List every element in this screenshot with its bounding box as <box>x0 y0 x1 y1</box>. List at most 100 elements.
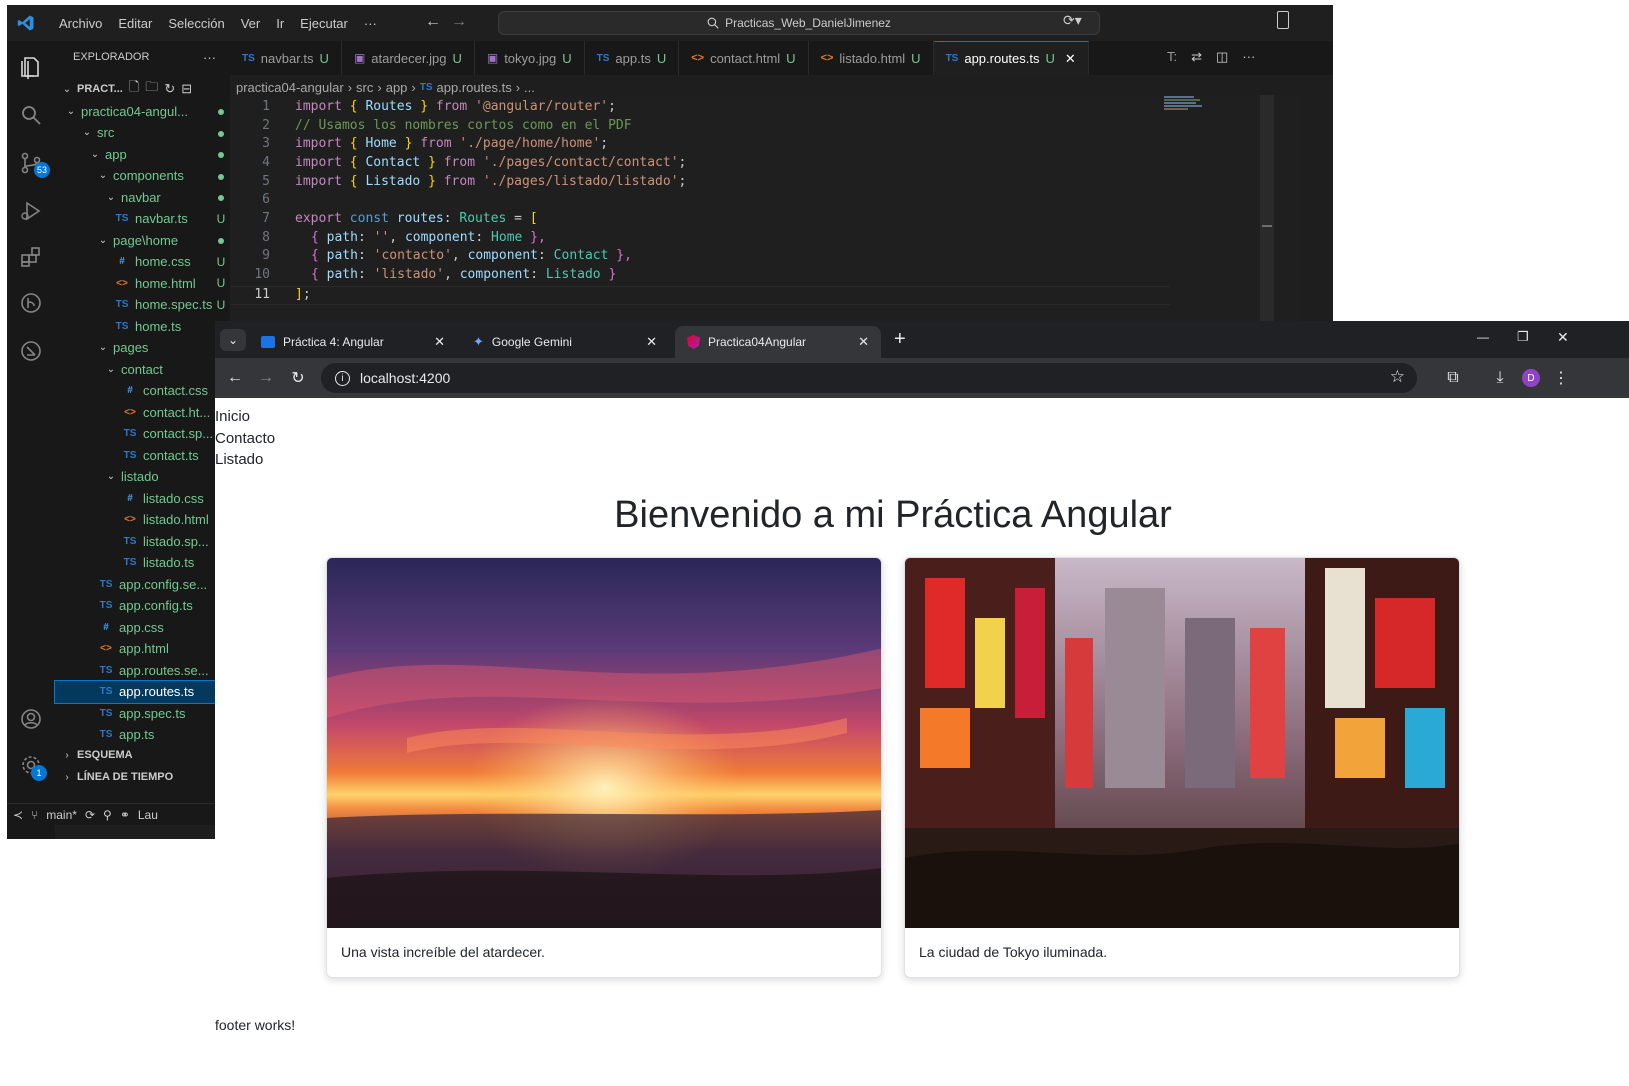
file-item[interactable]: TSapp.spec.tsU <box>55 702 230 724</box>
editor-tab[interactable]: TS navbar.ts U <box>230 41 342 75</box>
tab-search-button[interactable]: ⌄ <box>220 329 246 351</box>
file-item[interactable]: <>listado.htmlU <box>55 509 230 531</box>
refresh-icon[interactable]: ↻ <box>164 81 175 97</box>
browser-tab[interactable]: Práctica 4: Angular ✕ <box>249 326 457 358</box>
menu-editar[interactable]: Editar <box>110 16 160 31</box>
section-esquema[interactable]: › ESQUEMA <box>55 744 230 766</box>
file-item[interactable]: <> home.html U <box>55 272 230 294</box>
file-item[interactable]: TSapp.routes.tsU <box>54 679 231 704</box>
editor-tab[interactable]: TS app.ts U <box>585 41 680 75</box>
folder-item[interactable]: ⌄ src <box>55 122 230 144</box>
browser-tab[interactable]: ✦ Google Gemini ✕ <box>461 326 669 358</box>
menu-archivo[interactable]: Archivo <box>51 16 110 31</box>
run-debug-icon[interactable] <box>19 199 43 223</box>
forward-arrow-icon[interactable]: → <box>256 368 276 388</box>
breadcrumb-item[interactable]: app <box>386 80 408 95</box>
folder-item[interactable]: ⌄ pages <box>55 337 230 359</box>
split-editor-icon[interactable]: ◫ <box>1216 49 1228 65</box>
remote-icon[interactable]: ≺ <box>13 808 23 822</box>
copilot-icon[interactable]: ⟳▾ <box>1063 12 1082 29</box>
new-tab-button[interactable]: + <box>894 328 906 351</box>
editor-tab[interactable]: ▣ atardecer.jpg U <box>342 41 475 75</box>
account-icon[interactable] <box>19 707 43 731</box>
nav-link-contacto[interactable]: Contacto <box>215 430 275 447</box>
folder-item[interactable]: ⌄ navbar <box>55 186 230 208</box>
extensions-icon[interactable] <box>19 245 43 269</box>
ports-icon[interactable]: ⚲ <box>103 808 112 822</box>
new-folder-icon[interactable]: 🗀 <box>145 78 158 100</box>
download-icon[interactable]: ⤓ <box>1490 368 1510 388</box>
section-timeline[interactable]: › LÍNEA DE TIEMPO <box>55 766 230 788</box>
explorer-more-icon[interactable]: ··· <box>203 50 216 65</box>
git-graph-icon[interactable] <box>19 291 43 315</box>
more-actions-icon[interactable]: ··· <box>1242 49 1255 65</box>
sync-icon[interactable]: ⟳ <box>85 808 95 822</box>
breadcrumb-item[interactable]: app.routes.ts <box>437 80 512 95</box>
file-item[interactable]: TS navbar.ts U <box>55 208 230 230</box>
nav-link-listado[interactable]: Listado <box>215 451 263 468</box>
explorer-icon[interactable] <box>19 55 43 79</box>
browser-menu-icon[interactable]: ⋮ <box>1551 368 1571 388</box>
menu-ejecutar[interactable]: Ejecutar <box>292 16 356 31</box>
editor-tab-active[interactable]: TS app.routes.ts U ✕ <box>933 41 1089 75</box>
new-file-icon[interactable]: 🗋 <box>129 78 139 100</box>
menu-seleccion[interactable]: Selección <box>160 16 232 31</box>
folder-item[interactable]: ⌄ practica04-angul... <box>55 100 230 122</box>
file-item[interactable]: TSapp.config.se...U <box>55 573 230 595</box>
reload-icon[interactable]: ↻ <box>288 368 308 388</box>
close-tab-icon[interactable]: ✕ <box>646 334 657 350</box>
back-arrow-icon[interactable]: ← <box>425 13 441 31</box>
file-item[interactable]: <>contact.ht...U <box>55 401 230 423</box>
file-item[interactable]: TS home.spec.ts U <box>55 294 230 316</box>
extensions-puzzle-icon[interactable]: ⧉ <box>1443 368 1463 388</box>
folder-item[interactable]: ⌄ page\home <box>55 229 230 251</box>
file-item[interactable]: #listado.cssU <box>55 487 230 509</box>
editor-tab[interactable]: <> contact.html U <box>679 41 809 75</box>
minimize-button[interactable]: — <box>1477 330 1489 344</box>
folder-item[interactable]: ⌄ app <box>55 143 230 165</box>
menu-more[interactable]: ··· <box>356 16 385 31</box>
breadcrumb-item[interactable]: src <box>356 80 373 95</box>
command-center-search[interactable]: Practicas_Web_DanielJimenez <box>498 11 1100 35</box>
editor-tab[interactable]: <> listado.html U <box>809 41 934 75</box>
folder-item[interactable]: ⌄ contact <box>55 358 230 380</box>
profile-avatar[interactable]: D <box>1522 369 1540 387</box>
collapse-all-icon[interactable]: ⊟ <box>181 81 192 97</box>
breadcrumb-item[interactable]: ... <box>524 80 535 95</box>
file-item[interactable]: TSlistado.sp...U <box>55 530 230 552</box>
file-item[interactable]: TShome.tsU <box>55 315 230 337</box>
file-item[interactable]: TScontact.tsU <box>55 444 230 466</box>
menu-ver[interactable]: Ver <box>233 16 269 31</box>
live-share-icon[interactable]: ⚭ <box>120 808 130 822</box>
file-item[interactable]: # home.css U <box>55 251 230 273</box>
file-item[interactable]: #contact.cssU <box>55 380 230 402</box>
close-icon[interactable]: ✕ <box>1065 51 1076 67</box>
menu-ir[interactable]: Ir <box>268 16 292 31</box>
restore-button[interactable]: ❐ <box>1517 329 1529 345</box>
folder-item[interactable]: ⌄ listado <box>55 466 230 488</box>
remote-explorer-icon[interactable] <box>19 339 43 363</box>
workspace-root[interactable]: ⌄ PRACT... 🗋 🗀 ↻ ⊟ <box>55 78 230 100</box>
browser-tab-active[interactable]: Practica04Angular ✕ <box>675 326 881 358</box>
file-item[interactable]: TSapp.tsU <box>55 724 230 746</box>
close-tab-icon[interactable]: ✕ <box>858 334 869 350</box>
close-window-button[interactable]: ✕ <box>1557 329 1569 346</box>
address-bar[interactable]: i localhost:4200 ☆ <box>321 363 1417 393</box>
search-icon[interactable] <box>19 103 43 127</box>
file-item[interactable]: TSlistado.tsU <box>55 552 230 574</box>
file-item[interactable]: TSapp.routes.se...U <box>55 659 230 681</box>
tab-overflow-label[interactable]: T: <box>1167 49 1177 65</box>
nav-link-inicio[interactable]: Inicio <box>215 408 250 425</box>
file-item[interactable]: <>app.htmlU <box>55 638 230 660</box>
close-tab-icon[interactable]: ✕ <box>434 334 445 350</box>
branch-name[interactable]: main* <box>46 808 77 822</box>
folder-item[interactable]: ⌄ components <box>55 165 230 187</box>
compare-icon[interactable]: ⇄ <box>1191 49 1202 65</box>
code-editor[interactable]: 1 import { Routes } from '@angular/route… <box>230 97 1300 327</box>
layout-icon[interactable] <box>1277 11 1289 29</box>
editor-scrollbar[interactable] <box>1260 95 1274 325</box>
file-item[interactable]: #app.cssU <box>55 616 230 638</box>
bookmark-star-icon[interactable]: ☆ <box>1390 367 1405 387</box>
status-extra[interactable]: Lau <box>138 808 158 822</box>
minimap[interactable] <box>1164 95 1212 113</box>
